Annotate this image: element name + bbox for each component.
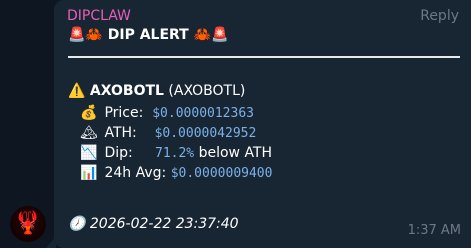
- message-time: 1:37 AM: [407, 223, 461, 238]
- dip-suffix: below ATH: [194, 145, 273, 161]
- bar-chart-icon: 📊: [80, 165, 98, 181]
- chart-down-icon: 📉: [80, 145, 98, 161]
- avg-label: 24h Avg:: [104, 165, 167, 181]
- price-row: 💰 Price: $0.0000012363: [80, 103, 254, 123]
- siren-crab-icon: 🚨🦀: [68, 27, 103, 43]
- clock-icon: 🕖: [68, 216, 86, 232]
- crab-siren-icon: 🦀🚨: [193, 27, 229, 43]
- avg-row: 📊 24h Avg: $0.0000009400: [80, 163, 272, 183]
- sender-avatar[interactable]: 🦞: [10, 206, 46, 242]
- alert-timestamp: 🕖 2026-02-22 23:37:40: [68, 216, 239, 232]
- divider: [68, 56, 460, 58]
- alert-title-text: DIP ALERT: [107, 27, 189, 43]
- ath-row: 🏔 ATH: $0.0000042952: [80, 123, 256, 143]
- lobster-icon: 🦞: [14, 211, 42, 236]
- avg-value[interactable]: $0.0000009400: [171, 166, 273, 181]
- timestamp-text: 2026-02-22 23:37:40: [89, 216, 239, 232]
- warning-icon: ⚠️: [68, 83, 86, 99]
- sender-name[interactable]: DIPCLAW: [67, 8, 131, 24]
- ath-label: ATH:: [104, 125, 137, 141]
- token-name: AXOBOTL: [89, 83, 164, 99]
- dip-row: 📉 Dip: 71.2% below ATH: [80, 143, 272, 163]
- mountain-icon: 🏔: [80, 125, 98, 141]
- dip-value[interactable]: 71.2%: [155, 146, 194, 161]
- dip-label: Dip:: [104, 145, 133, 161]
- price-value[interactable]: $0.0000012363: [152, 106, 254, 121]
- alert-title: 🚨🦀 DIP ALERT 🦀🚨: [68, 27, 229, 43]
- token-symbol: (AXOBOTL): [168, 83, 246, 99]
- token-header: ⚠️ AXOBOTL (AXOBOTL): [68, 83, 245, 99]
- ath-value[interactable]: $0.0000042952: [155, 126, 257, 141]
- money-bag-icon: 💰: [80, 105, 98, 121]
- price-label: Price:: [104, 105, 144, 121]
- reply-button[interactable]: Reply: [420, 8, 459, 24]
